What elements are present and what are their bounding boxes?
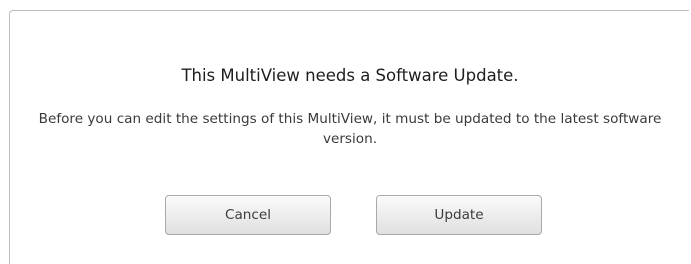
dialog-title: This MultiView needs a Software Update. [181,66,519,85]
cancel-button[interactable]: Cancel [165,195,331,235]
software-update-dialog: This MultiView needs a Software Update. … [9,10,689,264]
page: This MultiView needs a Software Update. … [0,0,691,264]
update-button[interactable]: Update [376,195,542,235]
dialog-message: Before you can edit the settings of this… [38,111,662,147]
